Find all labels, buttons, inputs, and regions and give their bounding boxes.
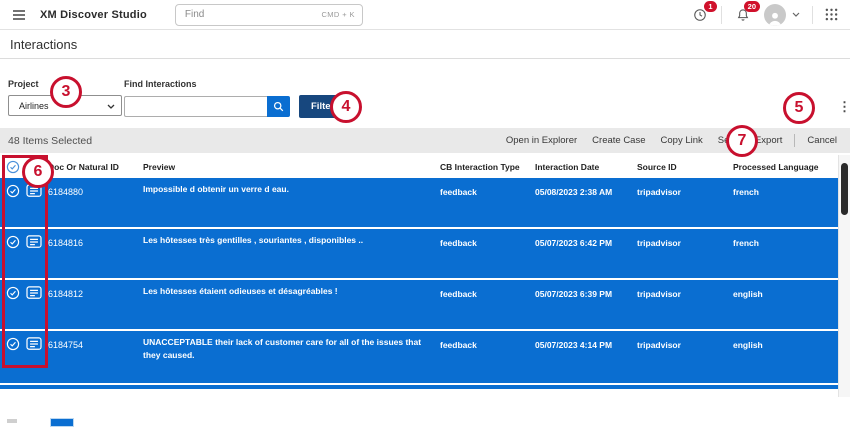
doc-id: 6184754 xyxy=(48,331,143,383)
table-row[interactable]: 6184754UNACCEPTABLE their lack of custom… xyxy=(0,331,838,385)
interaction-date: 05/08/2023 2:38 AM xyxy=(535,178,637,227)
processed-language: english xyxy=(733,280,838,329)
doc-id: 6184812 xyxy=(48,280,143,329)
topbar: XM Discover Studio CMD + K 1 20 xyxy=(0,0,850,30)
preview-text: Impossible d obtenir un verre d eau. xyxy=(143,178,440,227)
document-icon[interactable] xyxy=(26,280,48,329)
source-id: tripadvisor xyxy=(637,280,733,329)
interaction-date: 05/07/2023 4:14 PM xyxy=(535,331,637,383)
row-selected-check-icon[interactable] xyxy=(6,331,20,383)
doc-id: 6184880 xyxy=(48,178,143,227)
header-source-id[interactable]: Source ID xyxy=(637,162,733,172)
search-button[interactable] xyxy=(267,96,290,117)
divider xyxy=(812,6,813,24)
header-interaction-date[interactable]: Interaction Date xyxy=(535,162,637,172)
header-doc-id[interactable]: Doc Or Natural ID xyxy=(48,162,143,172)
table-row[interactable]: 6184816Les hôtesses très gentilles , sou… xyxy=(0,229,838,280)
find-interactions-input[interactable] xyxy=(124,96,267,117)
partial-cutoff-icon xyxy=(7,419,17,423)
toolbar-action-create-case[interactable]: Create Case xyxy=(592,135,645,146)
processed-language: french xyxy=(733,229,838,278)
interaction-type: feedback xyxy=(440,331,535,383)
avatar[interactable] xyxy=(764,4,786,26)
partial-next-row xyxy=(0,385,838,389)
search-shortcut-hint: CMD + K xyxy=(321,10,354,19)
search-icon xyxy=(273,101,284,112)
page-title: Interactions xyxy=(0,31,850,59)
partial-cutoff-blue-element xyxy=(50,418,74,427)
scrollbar-thumb[interactable] xyxy=(841,163,848,215)
global-search[interactable]: CMD + K xyxy=(175,4,363,26)
callout-7: 7 xyxy=(726,125,758,157)
preview-text: UNACCEPTABLE their lack of customer care… xyxy=(143,331,440,383)
interaction-date: 05/07/2023 6:42 PM xyxy=(535,229,637,278)
table-header-row: Doc Or Natural ID Preview CB Interaction… xyxy=(0,155,838,178)
callout-5: 5 xyxy=(783,92,815,124)
source-id: tripadvisor xyxy=(637,229,733,278)
selection-toolbar: 48 Items Selected Open in Explorer Create… xyxy=(0,128,850,153)
notifications-button[interactable]: 20 xyxy=(734,6,752,24)
topbar-right-icons: 1 20 xyxy=(691,4,838,26)
global-search-input[interactable] xyxy=(183,8,322,21)
find-interactions-label: Find Interactions xyxy=(124,79,346,89)
row-selected-check-icon[interactable] xyxy=(6,280,20,329)
callout-4: 4 xyxy=(330,91,362,123)
app-grid-icon[interactable] xyxy=(825,8,838,21)
table-row[interactable]: 6184812Les hôtesses étaient odieuses et … xyxy=(0,280,838,331)
preview-text: Les hôtesses très gentilles , souriantes… xyxy=(143,229,440,278)
history-badge: 1 xyxy=(704,1,717,12)
toolbar-action-open-in-explorer[interactable]: Open in Explorer xyxy=(506,135,577,146)
table-row[interactable]: 6184880Impossible d obtenir un verre d e… xyxy=(0,178,838,229)
toolbar-action-cancel[interactable]: Cancel xyxy=(807,135,837,146)
doc-id: 6184816 xyxy=(48,229,143,278)
processed-language: french xyxy=(733,178,838,227)
toolbar-action-copy-link[interactable]: Copy Link xyxy=(661,135,703,146)
hamburger-menu-icon[interactable] xyxy=(12,9,26,21)
vertical-scrollbar[interactable] xyxy=(838,155,850,397)
toolbar-action-export[interactable]: Export xyxy=(755,135,782,146)
row-selected-check-icon[interactable] xyxy=(6,178,20,227)
document-icon[interactable] xyxy=(26,331,48,383)
source-id: tripadvisor xyxy=(637,331,733,383)
notifications-badge: 20 xyxy=(744,1,760,12)
row-selected-check-icon[interactable] xyxy=(6,229,20,278)
interaction-date: 05/07/2023 6:39 PM xyxy=(535,280,637,329)
processed-language: english xyxy=(733,331,838,383)
header-preview[interactable]: Preview xyxy=(143,162,440,172)
callout-6: 6 xyxy=(22,156,54,188)
chevron-down-icon[interactable] xyxy=(792,12,800,17)
document-icon[interactable] xyxy=(26,229,48,278)
interaction-type: feedback xyxy=(440,229,535,278)
select-all-check-icon[interactable] xyxy=(6,160,20,174)
toolbar-separator xyxy=(794,134,795,147)
preview-text: Les hôtesses étaient odieuses et désagré… xyxy=(143,280,440,329)
source-id: tripadvisor xyxy=(637,178,733,227)
history-button[interactable]: 1 xyxy=(691,6,709,24)
header-interaction-type[interactable]: CB Interaction Type xyxy=(440,162,535,172)
interaction-type: feedback xyxy=(440,280,535,329)
header-processed-language[interactable]: Processed Language xyxy=(733,162,838,172)
app-title: XM Discover Studio xyxy=(40,9,147,21)
divider xyxy=(721,6,722,24)
callout-3: 3 xyxy=(50,76,82,108)
interaction-type: feedback xyxy=(440,178,535,227)
interactions-table: Doc Or Natural ID Preview CB Interaction… xyxy=(0,155,838,389)
items-selected-count: 48 Items Selected xyxy=(8,135,92,147)
more-options-kebab-icon[interactable]: ⋮ xyxy=(838,100,850,113)
table-body: 6184880Impossible d obtenir un verre d e… xyxy=(0,178,838,385)
toolbar-actions: Open in ExplorerCreate CaseCopy LinkSend… xyxy=(506,134,837,147)
